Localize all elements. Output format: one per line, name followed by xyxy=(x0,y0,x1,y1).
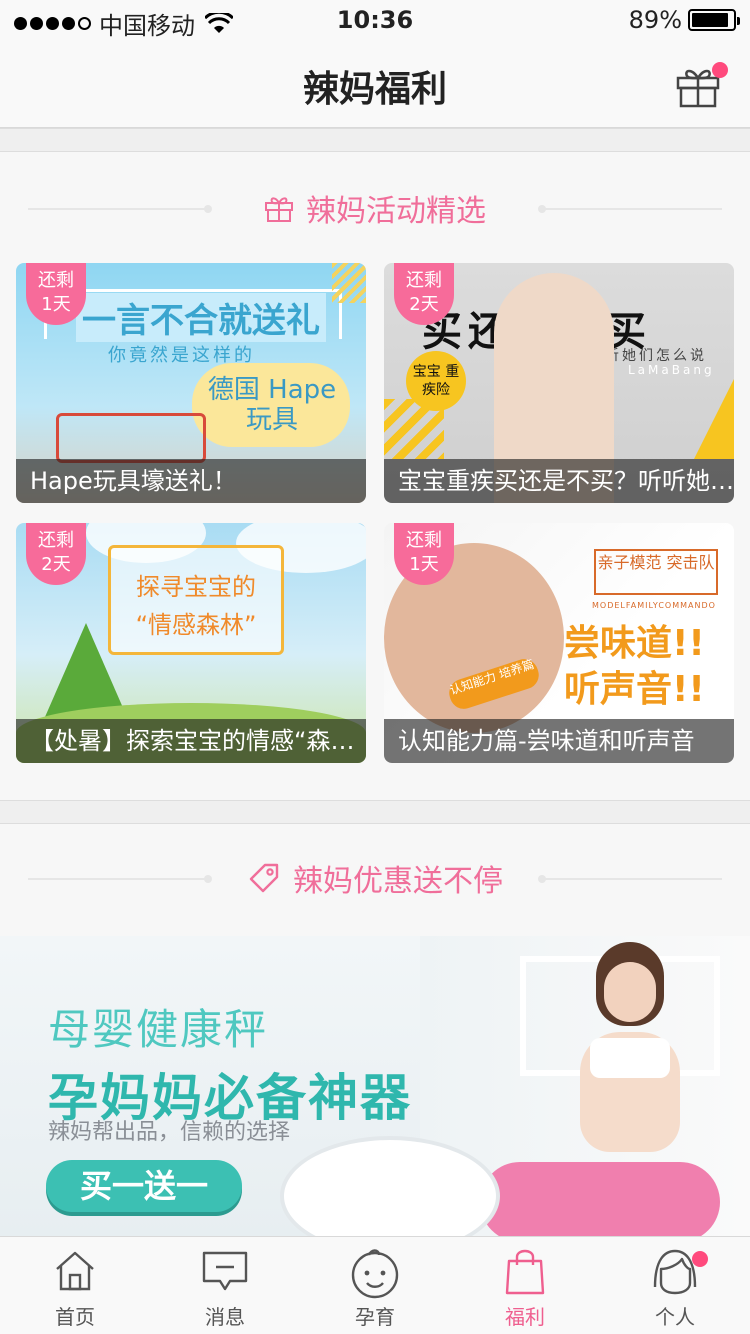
gift-button[interactable] xyxy=(674,58,728,110)
days-remaining-badge: 还剩 1天 xyxy=(26,263,86,325)
card-caption: Hape玩具壕送礼！ xyxy=(16,459,366,503)
card-caption: 认知能力篇-尝味道和听声音 xyxy=(384,719,734,763)
shopping-bag-icon xyxy=(505,1249,545,1295)
battery-icon xyxy=(688,9,740,31)
tab-welfare[interactable]: 福利 xyxy=(450,1237,600,1334)
art-subtitle: MODELFAMILYCOMMANDO xyxy=(592,601,716,610)
badge-days: 1天 xyxy=(41,294,71,315)
tab-profile[interactable]: 个人 xyxy=(600,1237,750,1334)
gift-icon xyxy=(265,197,293,222)
baby-face-icon xyxy=(351,1249,399,1299)
activity-card[interactable]: 一言不合就送礼 你竟然是这样的 德国 Hape玩具 还剩 1天 Hape玩具壕送… xyxy=(16,263,366,503)
tab-home[interactable]: 首页 xyxy=(0,1237,150,1334)
tab-label: 消息 xyxy=(205,1305,245,1329)
banner-tagline: 辣妈帮出品，信赖的选择 xyxy=(48,1120,291,1145)
promo-banner[interactable]: 母婴健康秤 孕妈妈必备神器 辣妈帮出品，信赖的选择 买一送一 xyxy=(0,936,750,1236)
art-title: 一言不合就送礼 xyxy=(76,293,326,342)
tab-label: 首页 xyxy=(55,1305,95,1329)
badge-days: 1天 xyxy=(409,554,439,575)
notification-badge xyxy=(712,62,728,78)
section-title: 辣妈活动精选 xyxy=(306,194,486,229)
badge-label: 还剩 xyxy=(406,530,442,551)
activities-header: 辣妈活动精选 xyxy=(0,178,750,238)
section-divider xyxy=(0,800,750,824)
badge-days: 2天 xyxy=(409,294,439,315)
badge-label: 还剩 xyxy=(406,270,442,291)
message-icon xyxy=(202,1251,248,1291)
section-divider xyxy=(0,128,750,152)
notification-badge xyxy=(692,1251,708,1267)
badge-days: 2天 xyxy=(41,554,71,575)
status-bar: 中国移动 10:36 89% xyxy=(0,0,750,40)
status-right: 89% xyxy=(628,6,740,34)
tab-label: 福利 xyxy=(505,1305,545,1329)
art-title: 亲子模范 突击队 xyxy=(594,549,718,595)
days-remaining-badge: 还剩 1天 xyxy=(394,523,454,585)
activity-card[interactable]: 探寻宝宝的 “情感森林” 还剩 2天 【处暑】探索宝宝的情感“森林” xyxy=(16,523,366,763)
tab-bar: 首页 消息 孕育 福利 个人 xyxy=(0,1236,750,1334)
card-caption: 【处暑】探索宝宝的情感“森林” xyxy=(16,719,366,763)
art-title: 探寻宝宝的 xyxy=(136,573,256,601)
battery-percent: 89% xyxy=(628,6,682,34)
page-title: 辣妈福利 xyxy=(302,69,447,110)
navigation-bar: 辣妈福利 xyxy=(0,40,750,128)
badge-label: 还剩 xyxy=(38,270,74,291)
card-caption: 宝宝重疾买还是不买？听听她们怎么说 xyxy=(384,459,734,503)
home-icon xyxy=(56,1251,94,1291)
app: 中国移动 10:36 89% 辣妈福利 辣妈活动精选 一言不合就送礼 你竟然是这… xyxy=(0,0,750,1334)
tab-label: 个人 xyxy=(655,1305,695,1329)
price-tag-icon xyxy=(249,863,279,893)
tab-messages[interactable]: 消息 xyxy=(150,1237,300,1334)
tab-parenting[interactable]: 孕育 xyxy=(300,1237,450,1334)
art-badge: 尝味道!! 听声音!! xyxy=(564,623,705,710)
deals-header: 辣妈优惠送不停 xyxy=(0,848,750,908)
badge-label: 还剩 xyxy=(38,530,74,551)
activity-card[interactable]: 亲子模范 突击队 MODELFAMILYCOMMANDO 尝味道!! 听声音!!… xyxy=(384,523,734,763)
art-watermark: LaMaBang xyxy=(628,363,715,377)
activity-card[interactable]: 买还是不买 听听她们怎么说 LaMaBang 宝宝 重疾险 还剩 2天 宝宝重疾… xyxy=(384,263,734,503)
days-remaining-badge: 还剩 2天 xyxy=(26,523,86,585)
days-remaining-badge: 还剩 2天 xyxy=(394,263,454,325)
tab-label: 孕育 xyxy=(355,1305,395,1329)
banner-title: 母婴健康秤 xyxy=(48,1005,269,1054)
art-badge: 德国 Hape玩具 xyxy=(207,375,337,435)
buy-one-get-one-button[interactable]: 买一送一 xyxy=(46,1160,242,1212)
art-subtitle: “情感森林” xyxy=(135,611,257,639)
section-title: 辣妈优惠送不停 xyxy=(293,864,503,899)
